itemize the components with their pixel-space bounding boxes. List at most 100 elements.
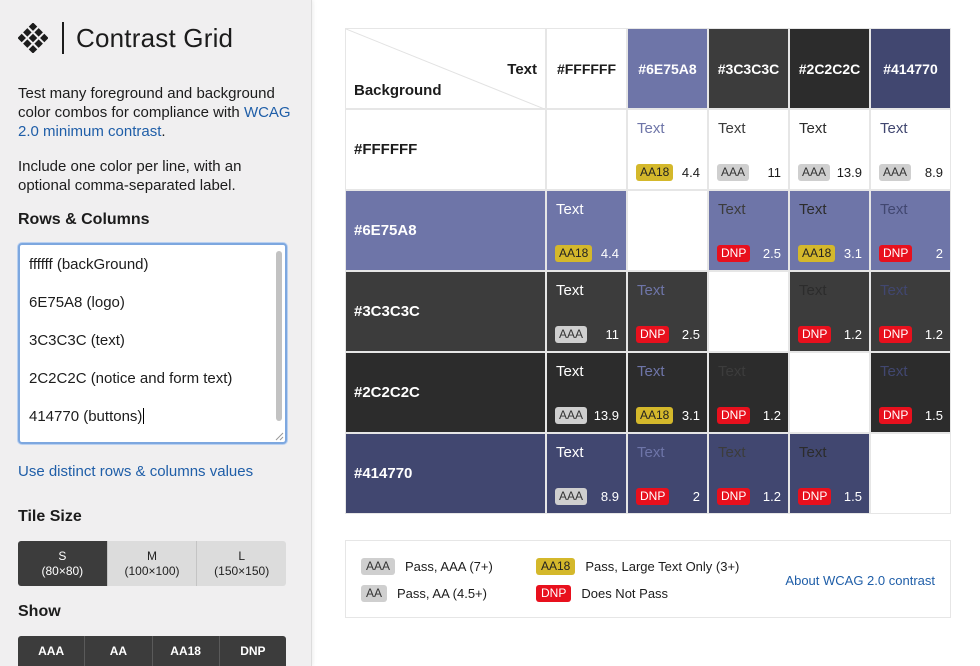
tile-ratio: 1.5 <box>924 408 943 423</box>
tile-size-m-button[interactable]: M (100×100) <box>106 541 197 586</box>
tile-ratio: 3.1 <box>843 246 862 261</box>
tile-badge: AA18 <box>636 407 674 424</box>
intro-text: Test many foreground and background colo… <box>18 84 294 141</box>
tile-ratio: 2 <box>935 246 943 261</box>
tile-size-s-button[interactable]: S (80×80) <box>18 541 107 586</box>
text-caret <box>143 408 145 424</box>
contrast-tile: Text AAA 11 <box>708 109 789 190</box>
tile-ratio: 1.2 <box>924 327 943 342</box>
tile-ratio: 11 <box>605 327 620 342</box>
tile-badge: AA18 <box>555 245 593 262</box>
column-header-ffffff: #FFFFFF <box>546 28 627 109</box>
about-wcag-link[interactable]: About WCAG 2.0 contrast <box>785 573 935 588</box>
contrast-tile: Text AAA 13.9 <box>789 109 870 190</box>
contrast-tile <box>789 352 870 433</box>
tile-sample-text: Text <box>556 363 584 380</box>
resize-grip-icon[interactable] <box>274 431 284 441</box>
tile-size-label: L <box>238 548 246 563</box>
contrast-tile <box>708 271 789 352</box>
tile-badge: DNP <box>879 407 913 424</box>
tile-size-label: M <box>147 548 157 563</box>
column-header-6e75a8: #6E75A8 <box>627 28 708 109</box>
tile-sample-text: Text <box>880 282 908 299</box>
tile-badge: DNP <box>717 407 751 424</box>
contrast-tile: Text DNP 2.5 <box>627 271 708 352</box>
contrast-tile: Text DNP 1.5 <box>870 352 951 433</box>
contrast-tile: Text AA18 3.1 <box>627 352 708 433</box>
tile-size-dimensions: (80×80) <box>41 563 84 578</box>
tile-sample-text: Text <box>718 201 746 218</box>
tile-ratio: 4.4 <box>600 246 619 261</box>
tile-ratio: 11 <box>767 165 782 180</box>
legend-text-aaa: Pass, AAA (7+) <box>405 559 493 574</box>
tile-badge: AAA <box>555 326 588 343</box>
intro-text-after: . <box>161 123 166 140</box>
legend-text-dnp: Does Not Pass <box>581 586 669 601</box>
brand-divider <box>62 22 64 54</box>
corner-background-label: Background <box>354 82 442 99</box>
tile-sample-text: Text <box>718 120 746 137</box>
instructions-text: Include one color per line, with an opti… <box>18 158 242 194</box>
tile-sample-text: Text <box>637 363 665 380</box>
sidebar: Contrast Grid Test many foreground and b… <box>0 0 312 666</box>
contrast-tile: Text DNP 2.5 <box>708 190 789 271</box>
textarea-line: ffffff (backGround) <box>29 256 149 273</box>
column-header-414770: #414770 <box>870 28 951 109</box>
tile-ratio: 2.5 <box>681 327 700 342</box>
tile-badge: AAA <box>798 164 831 181</box>
tile-size-group: S (80×80) M (100×100) L (150×150) <box>18 541 286 586</box>
contrast-tile: Text DNP 1.5 <box>789 433 870 514</box>
column-header-3c3c3c: #3C3C3C <box>708 28 789 109</box>
row-header-ffffff: #FFFFFF <box>345 109 546 190</box>
show-aaa-button[interactable]: AAA <box>18 636 85 666</box>
diamond-grid-logo-icon <box>18 23 48 53</box>
tile-sample-text: Text <box>799 282 827 299</box>
contrast-tile: Text DNP 1.2 <box>789 271 870 352</box>
show-aa18-button[interactable]: AA18 <box>151 636 219 666</box>
tile-ratio: 4.4 <box>681 165 700 180</box>
tile-sample-text: Text <box>556 282 584 299</box>
tile-sample-text: Text <box>799 201 827 218</box>
contrast-tile: Text AA18 4.4 <box>627 109 708 190</box>
show-aa-button[interactable]: AA <box>84 636 152 666</box>
tile-ratio: 1.2 <box>843 327 862 342</box>
tile-badge: AAA <box>555 488 588 505</box>
textarea-scroll-thumb[interactable] <box>276 251 282 421</box>
legend-item-aa: AA Pass, AA (4.5+) <box>361 585 487 602</box>
contrast-tile: Text AAA 13.9 <box>546 352 627 433</box>
tile-badge: DNP <box>879 326 913 343</box>
tile-ratio: 3.1 <box>681 408 700 423</box>
tile-sample-text: Text <box>799 444 827 461</box>
show-dnp-button[interactable]: DNP <box>218 636 286 666</box>
tile-badge: DNP <box>636 326 670 343</box>
legend-badge-aaa: AAA <box>361 558 396 575</box>
legend-badge-dnp: DNP <box>536 585 572 602</box>
tile-sample-text: Text <box>718 444 746 461</box>
tile-size-dimensions: (100×100) <box>124 563 180 578</box>
textarea-line: 3C3C3C (text) <box>29 332 125 349</box>
tile-ratio: 8.9 <box>924 165 943 180</box>
tile-badge: AAA <box>555 407 588 424</box>
row-header-3c3c3c: #3C3C3C <box>345 271 546 352</box>
row-header-414770: #414770 <box>345 433 546 514</box>
grid-corner: Text Background <box>345 28 547 110</box>
tile-badge: AAA <box>717 164 750 181</box>
contrast-tile: Text AA18 4.4 <box>546 190 627 271</box>
textarea-line: 6E75A8 (logo) <box>29 294 125 311</box>
tile-sample-text: Text <box>556 201 584 218</box>
contrast-tile: Text DNP 1.2 <box>870 271 951 352</box>
tile-size-l-button[interactable]: L (150×150) <box>196 541 286 586</box>
contrast-tile: Text DNP 2 <box>627 433 708 514</box>
legend: AAA Pass, AAA (7+) AA Pass, AA (4.5+) AA… <box>345 540 951 618</box>
tile-ratio: 1.5 <box>843 489 862 504</box>
colors-textarea[interactable]: ffffff (backGround) 6E75A8 (logo) 3C3C3C (… <box>18 243 287 444</box>
contrast-tile: Text DNP 2 <box>870 190 951 271</box>
distinct-values-link[interactable]: Use distinct rows & columns values <box>18 463 253 480</box>
tile-size-label: S <box>58 548 67 563</box>
brand[interactable]: Contrast Grid <box>18 20 233 56</box>
tile-sample-text: Text <box>880 120 908 137</box>
tile-badge: AA18 <box>636 164 674 181</box>
contrast-tile <box>627 190 708 271</box>
tile-sample-text: Text <box>637 444 665 461</box>
tile-badge: DNP <box>717 488 751 505</box>
